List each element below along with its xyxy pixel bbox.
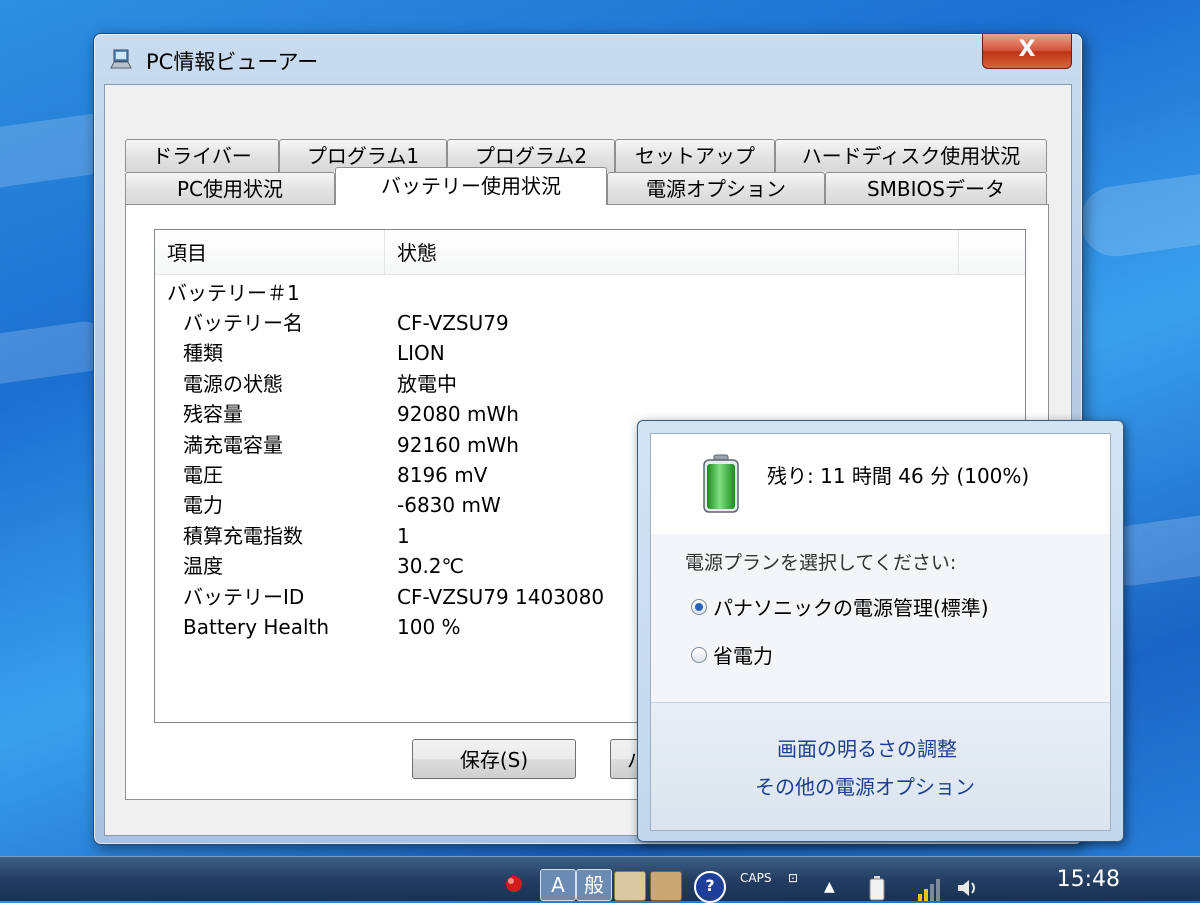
row-status-value: 放電中 [397,371,457,396]
plan-radio-panasonic[interactable] [691,599,707,615]
ime-kanji-button[interactable]: 般 [576,869,612,901]
row-item-label: 電源の状態 [183,371,283,396]
ime-tools-icon[interactable] [650,871,682,901]
row-status-value: LION [397,341,445,366]
row-item-label: 満充電容量 [183,432,283,457]
row-status-value: -6830 mW [397,493,501,518]
row-item-label: バッテリーID [183,584,305,609]
row-status-value: 1 [397,523,410,548]
tab-battery-usage[interactable]: バッテリー使用状況 [335,167,607,205]
help-icon[interactable]: ? [694,871,726,903]
row-status-value: 100 % [397,615,461,639]
caps-indicator: CAPS [740,871,772,885]
title-bar[interactable]: PC情報ビューアー X [94,34,1082,84]
close-icon: X [1018,37,1036,62]
desktop-streak [1075,169,1200,261]
battery-group-label: バッテリー＃1 [167,281,300,305]
volume-icon[interactable] [956,877,982,899]
battery-fill [707,464,735,509]
row-item-label: Battery Health [183,615,330,639]
tab-disk-usage[interactable]: ハードディスク使用状況 [775,139,1047,172]
flyout-panel: 残り: 11 時間 46 分 (100%) 電源プランを選択してください: パナ… [650,433,1111,831]
notification-flag-icon[interactable] [502,873,528,895]
tab-smbios[interactable]: SMBIOSデータ [825,172,1047,205]
row-status-value: 30.2℃ [397,554,464,579]
plan-option-panasonic[interactable]: パナソニックの電源管理(標準) [691,592,1091,622]
brightness-link[interactable]: 画面の明るさの調整 [777,733,957,762]
power-plan-section: 電源プランを選択してください: パナソニックの電源管理(標準) 省電力 [651,534,1110,702]
column-header-filler [959,230,1025,274]
tab-pc-usage[interactable]: PC使用状況 [125,172,335,205]
row-item-label: 電圧 [183,463,223,487]
column-header-status[interactable]: 状態 [385,230,959,274]
row-status-value: 92160 mWh [397,432,519,457]
tab-power-options[interactable]: 電源オプション [607,172,825,205]
row-status-value: 92080 mWh [397,402,519,427]
power-plan-prompt: 電源プランを選択してください: [685,552,957,574]
tab-drivers[interactable]: ドライバー [125,139,279,172]
row-item-label: 電力 [183,493,223,518]
row-status-value: CF-VZSU79 1403080 [397,584,605,609]
row-item-label: 積算充電指数 [183,523,303,548]
battery-remaining-text: 残り: 11 時間 46 分 (100%) [767,464,1030,488]
taskbar: A 般 ? CAPS ⊡ ▲ 15:48 [0,856,1200,903]
ime-mode-button[interactable]: A [540,869,576,901]
ime-mode-label: A [551,873,565,897]
tab-setup[interactable]: セットアップ [615,139,775,172]
plan-label-power-saver: 省電力 [713,644,773,668]
app-laptop-icon [110,49,132,69]
more-power-options-link[interactable]: その他の電源オプション [755,771,975,800]
row-status-value: CF-VZSU79 [397,311,509,335]
window-title: PC情報ビューアー [146,50,319,74]
plan-option-power-saver[interactable]: 省電力 [691,640,1091,670]
save-button[interactable]: 保存(S) [412,739,576,779]
kana-lock-icon: ⊡ [788,871,799,885]
taskbar-clock[interactable]: 15:48 [1057,867,1120,892]
battery-icon [703,454,739,513]
show-hidden-icons-icon[interactable]: ▲ [824,879,835,895]
plan-radio-power-saver[interactable] [691,647,707,663]
ime-kanji-label: 般 [584,873,604,897]
row-item-label: バッテリー名 [183,311,303,335]
row-item-label: 温度 [183,554,223,579]
taskbar-battery-icon[interactable] [868,875,886,901]
row-status-value: 8196 mV [397,463,488,487]
column-header-item[interactable]: 項目 [155,230,385,274]
row-item-label: 残容量 [183,402,243,427]
ime-pad-icon[interactable] [614,871,646,901]
row-item-label: 種類 [183,341,223,366]
battery-flyout: 残り: 11 時間 46 分 (100%) 電源プランを選択してください: パナ… [637,420,1124,842]
close-button[interactable]: X [982,34,1072,69]
list-header: 項目 状態 [155,230,1025,275]
network-signal-icon[interactable] [916,879,942,901]
flyout-links-section: 画面の明るさの調整 その他の電源オプション [651,702,1110,830]
battery-status-section: 残り: 11 時間 46 分 (100%) [651,434,1110,535]
plan-label-panasonic: パナソニックの電源管理(標準) [713,596,989,620]
